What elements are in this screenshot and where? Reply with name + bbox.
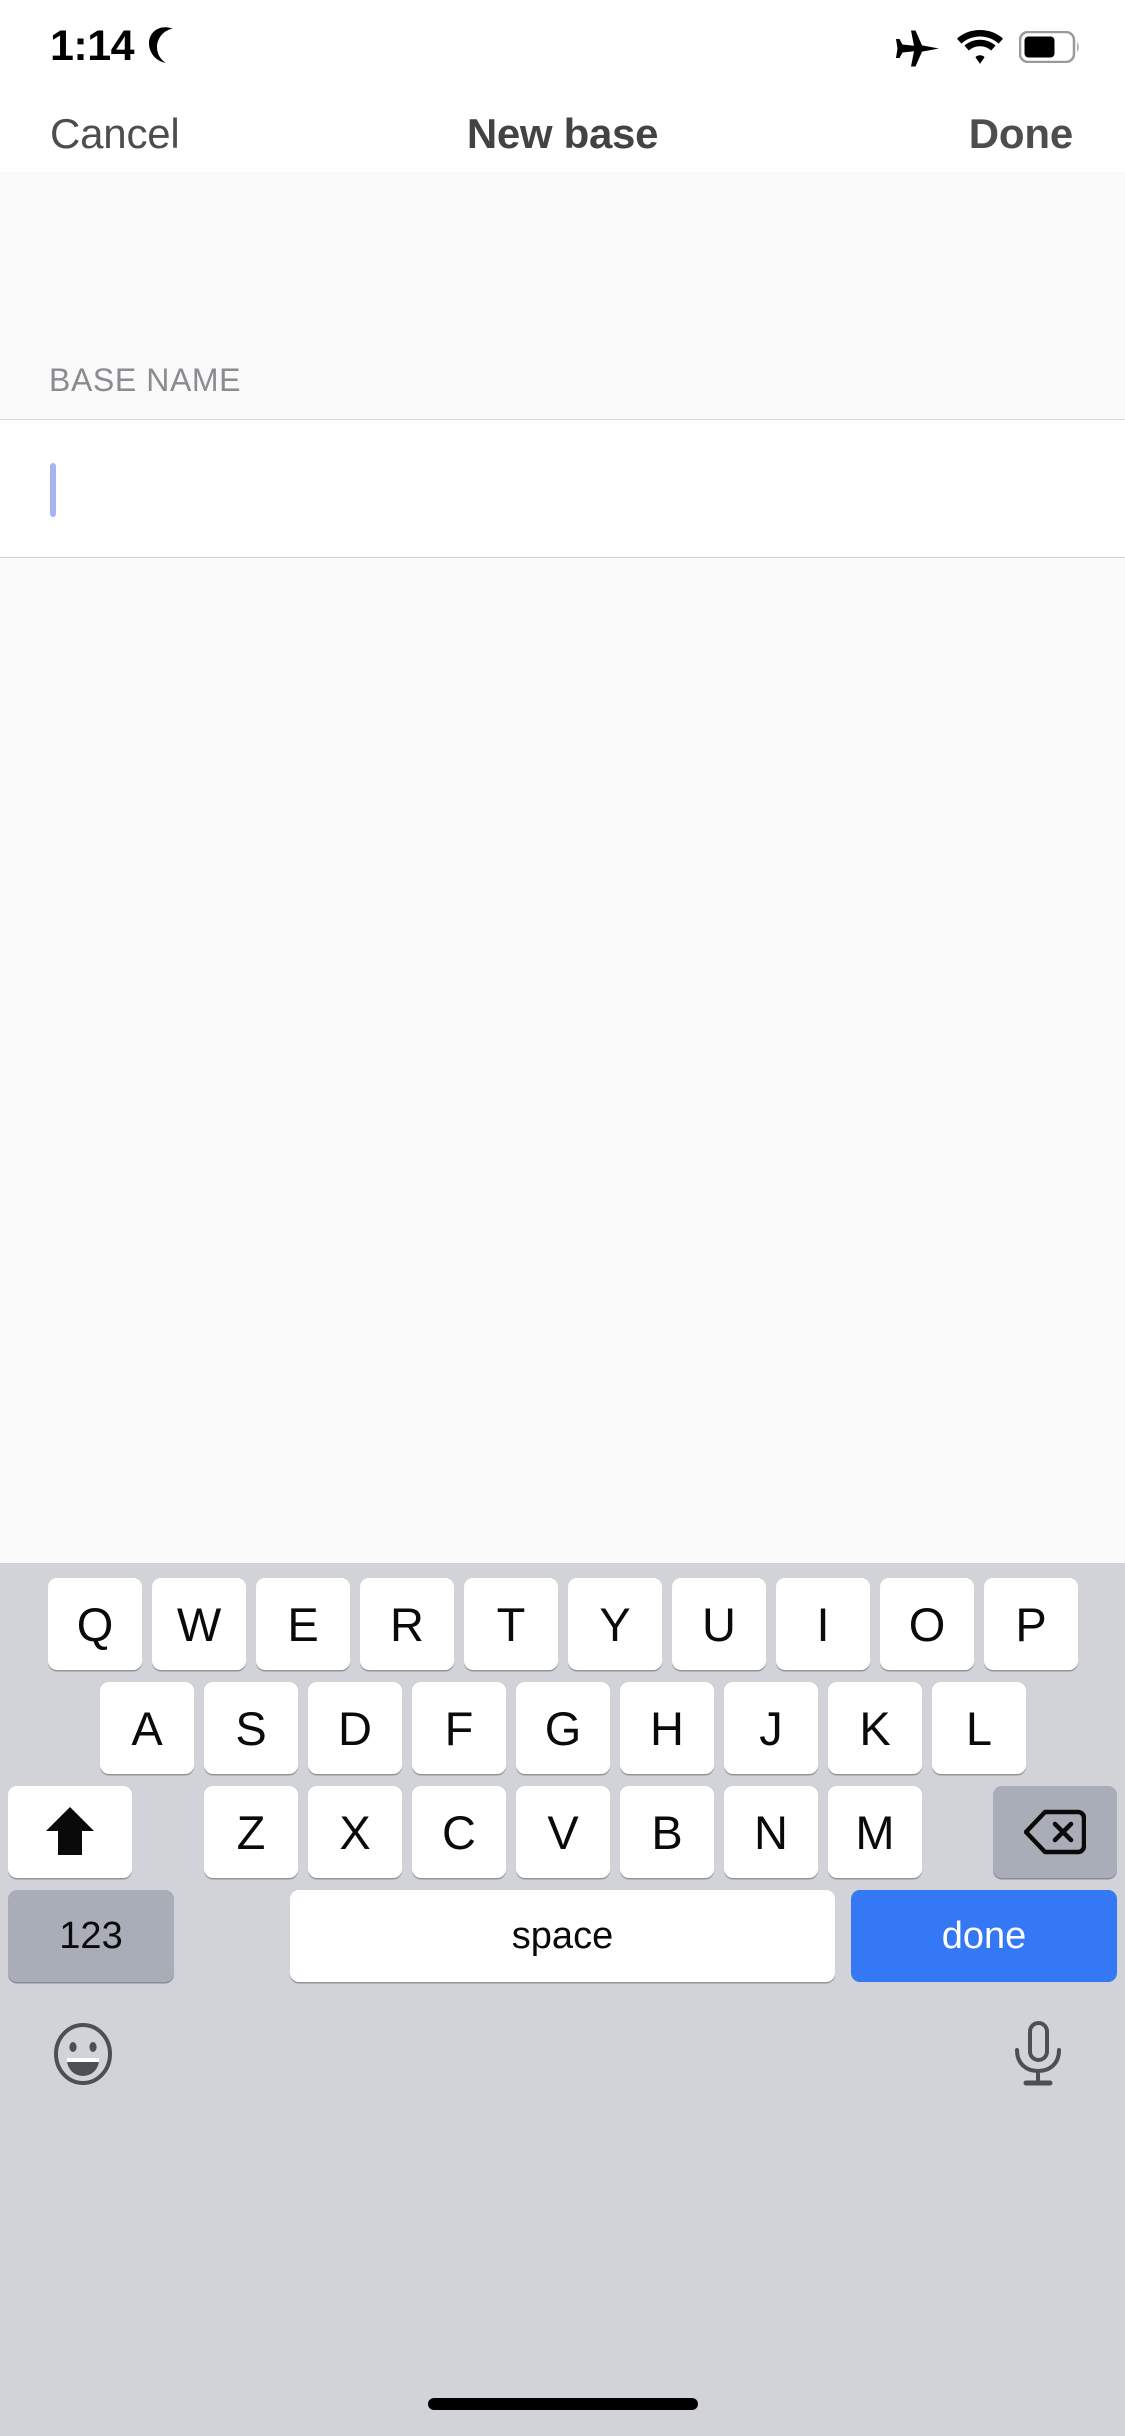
- key-p[interactable]: P: [984, 1578, 1078, 1670]
- key-t[interactable]: T: [464, 1578, 558, 1670]
- keyboard-row-4: 123 space done: [0, 1890, 1125, 1982]
- iphone-screen: 1:14 Cancel New base Done BASE NAME Q W …: [0, 0, 1125, 2436]
- form-empty-space: [0, 558, 1125, 1563]
- wifi-icon: [957, 30, 1003, 64]
- crescent-moon-icon: [148, 27, 182, 65]
- form-area: BASE NAME: [0, 172, 1125, 1563]
- dictation-key[interactable]: [1009, 2021, 1067, 2087]
- keyboard-row-2: ASDFGHJKL: [0, 1682, 1125, 1774]
- base-name-field-row[interactable]: [0, 420, 1125, 558]
- shift-key[interactable]: [8, 1786, 132, 1878]
- emoji-key[interactable]: [52, 2023, 114, 2085]
- key-g[interactable]: G: [516, 1682, 610, 1774]
- key-k[interactable]: K: [828, 1682, 922, 1774]
- numbers-key[interactable]: 123: [8, 1890, 174, 1982]
- keyboard-done-key[interactable]: done: [851, 1890, 1117, 1982]
- key-m[interactable]: M: [828, 1786, 922, 1878]
- key-b[interactable]: B: [620, 1786, 714, 1878]
- onscreen-keyboard: QWERTYUIOP ASDFGHJKL ZXCVBNM 123 space d…: [0, 1563, 1125, 2436]
- status-bar: 1:14: [0, 0, 1125, 95]
- microphone-icon: [1015, 2021, 1061, 2086]
- backspace-key[interactable]: [993, 1786, 1117, 1878]
- home-indicator-bar: [427, 2398, 698, 2410]
- key-h[interactable]: H: [620, 1682, 714, 1774]
- emoji-smiley-icon: [54, 2023, 112, 2085]
- airplane-mode-icon: [895, 26, 941, 68]
- key-n[interactable]: N: [724, 1786, 818, 1878]
- key-q[interactable]: Q: [48, 1578, 142, 1670]
- key-e[interactable]: E: [256, 1578, 350, 1670]
- navigation-bar: Cancel New base Done: [0, 95, 1125, 172]
- key-x[interactable]: X: [308, 1786, 402, 1878]
- keyboard-bottom-row: [0, 2003, 1125, 2143]
- key-f[interactable]: F: [412, 1682, 506, 1774]
- text-cursor: [50, 463, 56, 517]
- key-a[interactable]: A: [100, 1682, 194, 1774]
- keyboard-row-3: ZXCVBNM: [0, 1786, 1125, 1878]
- key-u[interactable]: U: [672, 1578, 766, 1670]
- key-i[interactable]: I: [776, 1578, 870, 1670]
- backspace-delete-icon: [1024, 1809, 1086, 1855]
- key-z[interactable]: Z: [204, 1786, 298, 1878]
- key-c[interactable]: C: [412, 1786, 506, 1878]
- key-y[interactable]: Y: [568, 1578, 662, 1670]
- section-header-label: BASE NAME: [49, 362, 242, 398]
- status-time: 1:14: [50, 22, 135, 70]
- key-s[interactable]: S: [204, 1682, 298, 1774]
- key-r[interactable]: R: [360, 1578, 454, 1670]
- key-l[interactable]: L: [932, 1682, 1026, 1774]
- key-j[interactable]: J: [724, 1682, 818, 1774]
- status-bar-right: [895, 26, 1081, 68]
- keyboard-row-1: QWERTYUIOP: [0, 1578, 1125, 1670]
- page-title: New base: [466, 109, 659, 157]
- key-w[interactable]: W: [152, 1578, 246, 1670]
- key-d[interactable]: D: [308, 1682, 402, 1774]
- base-name-input[interactable]: [49, 420, 1069, 558]
- battery-icon: [1019, 31, 1081, 63]
- key-o[interactable]: O: [880, 1578, 974, 1670]
- status-bar-left: 1:14: [50, 22, 182, 70]
- space-key[interactable]: space: [290, 1890, 835, 1982]
- done-button[interactable]: Done: [969, 110, 1073, 158]
- section-header: BASE NAME: [0, 172, 1125, 420]
- shift-arrow-icon: [44, 1805, 96, 1859]
- key-v[interactable]: V: [516, 1786, 610, 1878]
